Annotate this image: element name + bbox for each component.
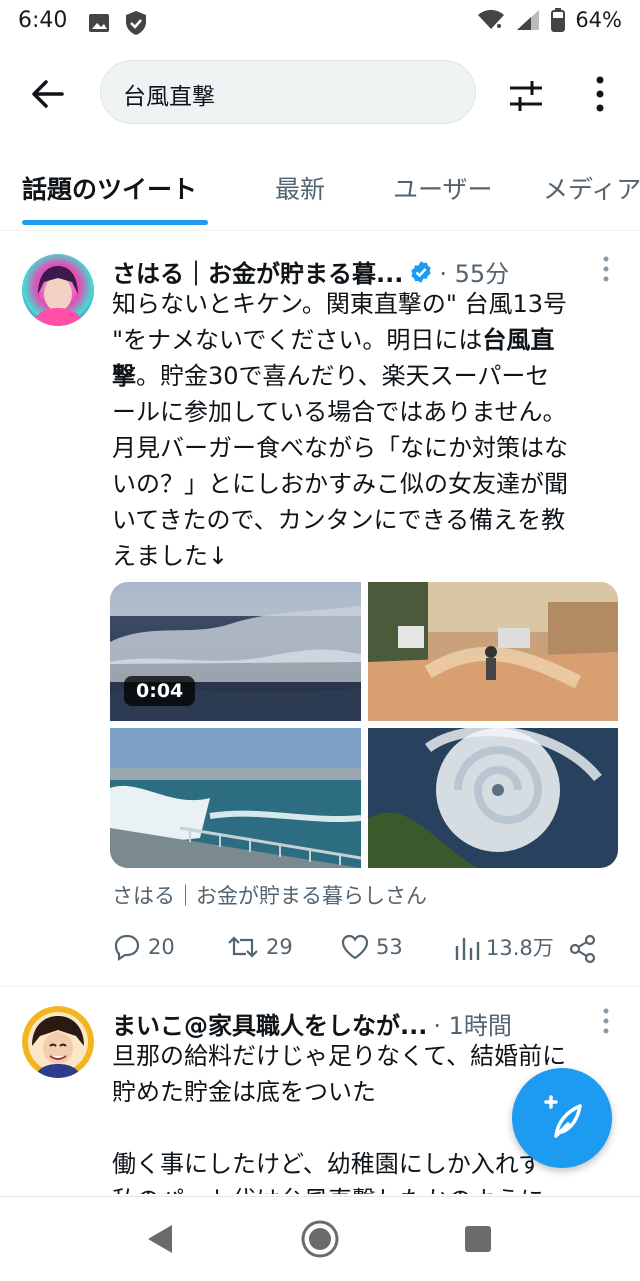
system-nav-bar: [0, 1196, 640, 1281]
media-attribution: さはる｜お金が貯まる暮らしさん: [112, 884, 427, 908]
avatar[interactable]: [22, 1006, 94, 1078]
status-bar: 6:40 64%: [0, 0, 640, 44]
home-nav-icon[interactable]: [300, 1219, 340, 1259]
reply-button[interactable]: 20: [112, 932, 175, 962]
battery-icon: [551, 8, 566, 32]
tab-media[interactable]: メディア: [543, 170, 640, 206]
like-button[interactable]: 53: [340, 932, 403, 962]
media-image[interactable]: [368, 728, 618, 868]
battery-level: 64%: [575, 8, 622, 32]
tweet-text: 知らないとキケン。関東直撃の" 台風13号 "をナメないでください。明日には台風…: [112, 290, 568, 570]
views-button[interactable]: 13.8万: [454, 932, 554, 962]
tab-top[interactable]: 話題のツイート: [22, 170, 197, 206]
author-name[interactable]: さはる｜お金が貯まる暮...: [112, 254, 403, 289]
retweet-count: 29: [266, 935, 293, 959]
tab-people[interactable]: ユーザー: [393, 170, 493, 206]
more-vertical-icon[interactable]: [602, 1008, 610, 1034]
status-time: 6:40: [18, 8, 68, 33]
heart-icon: [341, 934, 369, 960]
video-duration: 0:04: [124, 676, 196, 706]
shield-icon: [126, 11, 146, 35]
wifi-icon: [478, 9, 505, 29]
comment-icon: [114, 934, 140, 962]
sliders-icon[interactable]: [506, 76, 546, 116]
verified-badge-icon: [411, 260, 432, 283]
recents-nav-icon[interactable]: [464, 1225, 492, 1253]
arrow-left-icon[interactable]: [28, 74, 68, 114]
media-grid: 0:04: [110, 582, 618, 868]
tweet-divider: [0, 986, 640, 987]
more-vertical-icon[interactable]: [602, 256, 610, 282]
search-input[interactable]: 台風直撃: [100, 60, 476, 124]
author-name[interactable]: まいこ@家具職人をしなが...: [112, 1006, 427, 1041]
search-tabs: 話題のツイート 最新 ユーザー メディア: [0, 150, 640, 231]
retweet-icon: [228, 936, 258, 958]
bar-chart-icon: [455, 938, 480, 960]
compose-tweet-icon: [544, 1095, 582, 1138]
gallery-icon: [89, 14, 109, 32]
share-icon[interactable]: [568, 934, 598, 964]
media-image[interactable]: [110, 728, 361, 868]
video-thumbnail[interactable]: 0:04: [110, 582, 361, 721]
back-nav-icon[interactable]: [146, 1223, 174, 1255]
more-vertical-icon[interactable]: [588, 74, 612, 114]
tweet-time: · 1時間: [433, 1012, 512, 1040]
like-count: 53: [376, 935, 403, 959]
signal-icon: [517, 10, 540, 30]
search-header: 台風直撃: [0, 56, 640, 128]
retweet-button[interactable]: 29: [226, 932, 293, 962]
tweet-actions: 20 29 53 13.8万: [112, 932, 622, 972]
media-image[interactable]: [368, 582, 618, 721]
reply-count: 20: [148, 935, 175, 959]
view-count: 13.8万: [486, 936, 554, 960]
avatar[interactable]: [22, 254, 94, 326]
tab-latest[interactable]: 最新: [275, 170, 325, 206]
tab-active-indicator: [22, 220, 208, 225]
compose-tweet-button[interactable]: [512, 1068, 612, 1168]
search-query: 台風直撃: [123, 84, 215, 110]
tweet-time: · 55分: [439, 260, 510, 288]
